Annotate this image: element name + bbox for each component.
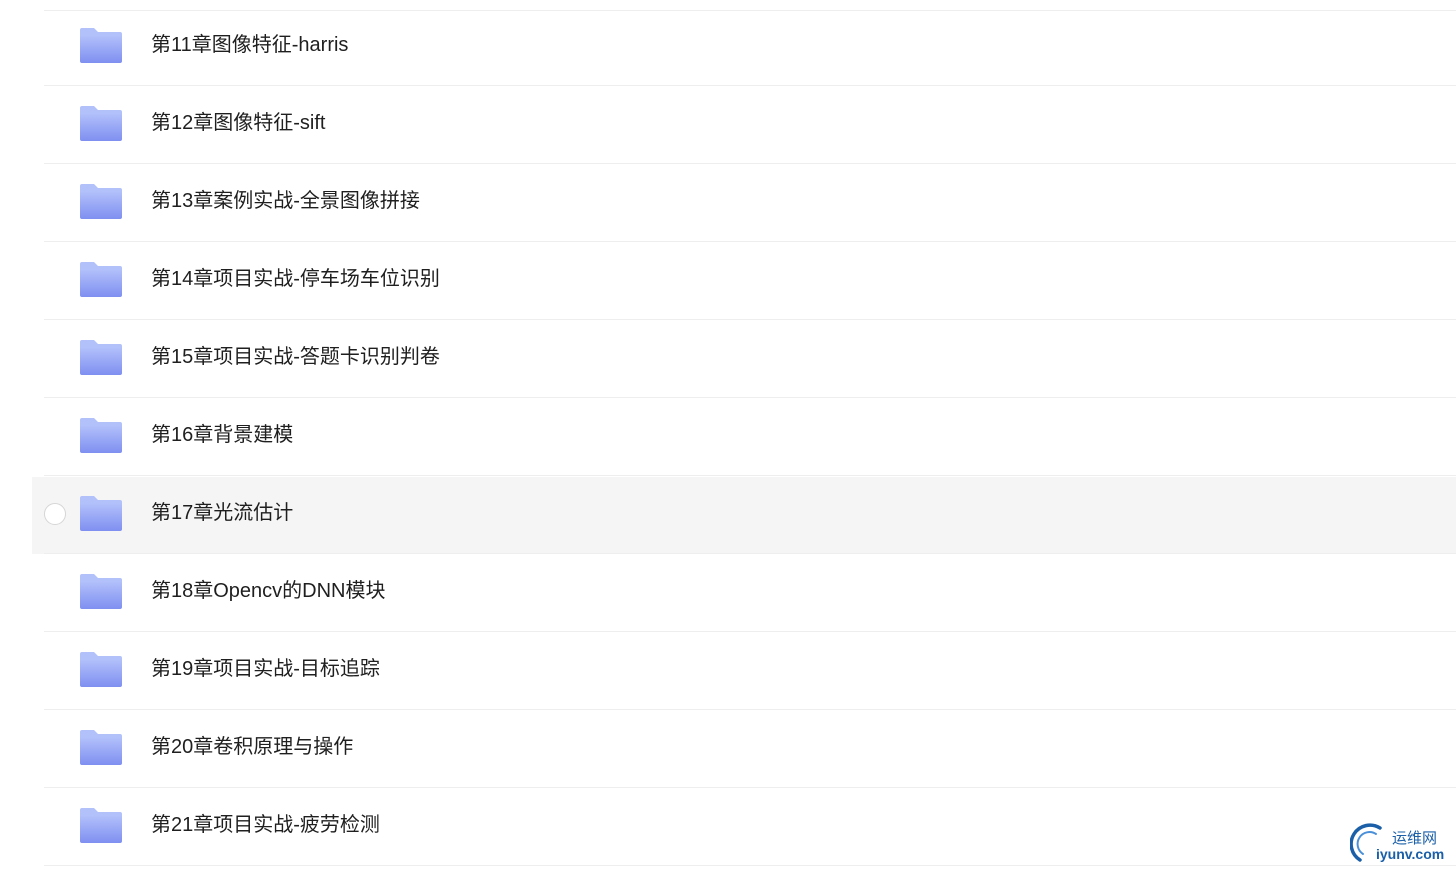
folder-row[interactable]: 第13章案例实战-全景图像拼接 [32, 165, 1456, 242]
row-divider [44, 241, 1456, 242]
folder-row[interactable]: 第11章图像特征-harris [32, 9, 1456, 86]
folder-icon [80, 652, 122, 687]
folder-icon [80, 28, 122, 63]
row-divider [44, 631, 1456, 632]
folder-name[interactable]: 第15章项目实战-答题卡识别判卷 [151, 343, 440, 371]
folder-name[interactable]: 第11章图像特征-harris [151, 31, 348, 59]
row-divider [44, 85, 1456, 86]
folder-name[interactable]: 第14章项目实战-停车场车位识别 [151, 265, 440, 293]
file-list: 第11章图像特征-harris 第12章图像特征-sift 第13章案例实战-全景图… [0, 0, 1456, 871]
folder-icon [80, 808, 122, 843]
folder-icon [80, 262, 122, 297]
folder-row[interactable]: 第15章项目实战-答题卡识别判卷 [32, 321, 1456, 398]
folder-name[interactable]: 第21章项目实战-疲劳检测 [151, 811, 380, 839]
folder-name[interactable]: 第16章背景建模 [151, 421, 293, 449]
row-divider [44, 865, 1456, 866]
row-divider [44, 397, 1456, 398]
folder-icon [80, 106, 122, 141]
watermark-logo: 运维网 iyunv.com [1350, 822, 1454, 866]
folder-icon [80, 574, 122, 609]
row-divider [44, 475, 1456, 476]
folder-row[interactable]: 第18章Opencv的DNN模块 [32, 555, 1456, 632]
watermark-cn-text: 运维网 [1392, 829, 1438, 847]
folder-icon [80, 184, 122, 219]
row-divider [44, 319, 1456, 320]
row-divider [44, 163, 1456, 164]
folder-row[interactable]: 第20章卷积原理与操作 [32, 711, 1456, 788]
folder-row[interactable]: 第12章图像特征-sift [32, 87, 1456, 164]
row-divider [44, 553, 1456, 554]
folder-name[interactable]: 第20章卷积原理与操作 [151, 733, 353, 761]
select-checkbox[interactable] [44, 503, 66, 525]
folder-row[interactable]: 第19章项目实战-目标追踪 [32, 633, 1456, 710]
watermark-en-text: iyunv.com [1376, 846, 1445, 862]
folder-name[interactable]: 第12章图像特征-sift [151, 109, 325, 137]
folder-icon [80, 418, 122, 453]
folder-row[interactable]: 第14章项目实战-停车场车位识别 [32, 243, 1456, 320]
folder-row[interactable]: 第16章背景建模 [32, 399, 1456, 476]
folder-icon [80, 496, 122, 531]
folder-icon [80, 340, 122, 375]
folder-row[interactable]: 第17章光流估计 [32, 477, 1456, 554]
row-divider [44, 787, 1456, 788]
folder-name[interactable]: 第13章案例实战-全景图像拼接 [151, 187, 420, 215]
row-divider [44, 709, 1456, 710]
folder-name[interactable]: 第19章项目实战-目标追踪 [151, 655, 380, 683]
folder-name[interactable]: 第17章光流估计 [151, 499, 293, 527]
folder-name[interactable]: 第18章Opencv的DNN模块 [151, 577, 386, 605]
folder-row[interactable]: 第21章项目实战-疲劳检测 [32, 789, 1456, 866]
folder-icon [80, 730, 122, 765]
